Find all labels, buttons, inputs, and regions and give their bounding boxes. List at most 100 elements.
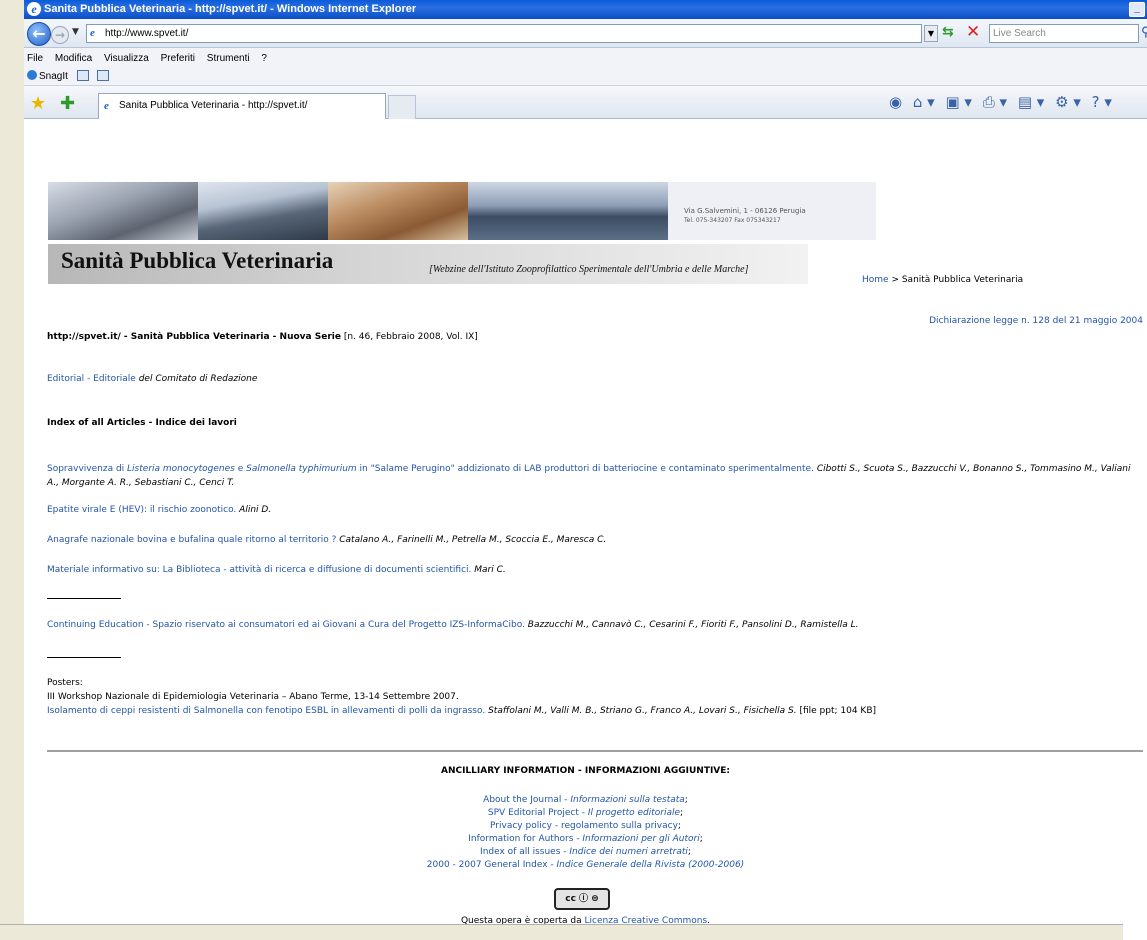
page-subtitle: [Webzine dell'Istituto Zooprofilattico S… xyxy=(429,264,749,275)
article-title-italic: Salmonella typhimurium xyxy=(246,464,357,474)
tab-active[interactable]: e Sanita Pubblica Veterinaria - http://s… xyxy=(98,93,386,119)
snagit-icon xyxy=(27,70,37,80)
search-icon[interactable]: ⚲ xyxy=(1141,25,1147,40)
issue-info: http://spvet.it/ - Sanità Pubblica Veter… xyxy=(47,332,478,342)
creative-commons-badge[interactable]: cc ⓘ ⊜ xyxy=(554,888,610,910)
article-link[interactable]: Sopravvivenza di Listeria monocytogenes … xyxy=(47,464,814,474)
feeds-icon[interactable]: ▣ ▾ xyxy=(945,93,971,111)
refresh-icon[interactable]: ⇆ xyxy=(942,24,954,40)
index-heading: Index of all Articles - Indice dei lavor… xyxy=(47,418,237,428)
favorites-star-icon[interactable]: ★ xyxy=(30,93,46,114)
menu-visualizza[interactable]: Visualizza xyxy=(104,53,149,64)
banner-photo-coast xyxy=(198,182,328,240)
issue-title: http://spvet.it/ - Sanità Pubblica Veter… xyxy=(47,332,341,342)
editorial-project-link[interactable]: SPV Editorial Project - Il progetto edit… xyxy=(488,808,680,818)
article-link[interactable]: Anagrafe nazionale bovina e bufalina qua… xyxy=(47,535,336,545)
link-text-italic: Informazioni sulla testata xyxy=(570,795,685,805)
authors-info-link[interactable]: Information for Authors - Informazioni p… xyxy=(468,834,699,844)
menu-file[interactable]: File xyxy=(27,53,43,64)
history-dropdown-icon[interactable]: ▼ xyxy=(72,27,79,37)
tab-title: Sanita Pubblica Veterinaria - http://spv… xyxy=(119,100,308,111)
menu-modifica[interactable]: Modifica xyxy=(55,53,92,64)
ancillary-link-row: About the Journal - Informazioni sulla t… xyxy=(24,794,1147,807)
page-icon: e xyxy=(90,27,95,39)
article-link[interactable]: Epatite virale E (HEV): il rischio zoono… xyxy=(47,505,236,515)
continuing-education-authors: Bazzucchi M., Cannavò C., Cesarini F., F… xyxy=(524,620,859,630)
link-text: 2000 - 2007 General Index - xyxy=(426,860,557,870)
declaration-link[interactable]: Dichiarazione legge n. 128 del 21 maggio… xyxy=(929,316,1143,326)
section-divider xyxy=(47,598,121,599)
continuing-education: Continuing Education - Spazio riservato … xyxy=(47,620,858,630)
declaration-link-text[interactable]: Dichiarazione legge n. 128 del 21 maggio… xyxy=(929,316,1143,326)
browser-window: e Sanita Pubblica Veterinaria - http://s… xyxy=(24,0,1147,940)
breadcrumb: Home > Sanità Pubblica Veterinaria xyxy=(862,275,1023,285)
continuing-education-link[interactable]: Continuing Education - Spazio riservato … xyxy=(47,620,525,630)
posters-workshop: III Workshop Nazionale di Epidemiologia … xyxy=(47,692,459,702)
footer-divider xyxy=(47,750,1143,752)
editorial-link[interactable]: Editorial xyxy=(47,374,84,384)
address-dropdown-icon[interactable]: ▼ xyxy=(924,25,938,42)
poster-file-info: [file ppt; 104 KB] xyxy=(796,706,877,716)
ancillary-link-row: Index of all issues - Indice dei numeri … xyxy=(24,846,1147,859)
new-tab-button[interactable] xyxy=(388,95,416,119)
forward-button[interactable]: → xyxy=(51,26,69,44)
page-menu-icon[interactable]: ▤ ▾ xyxy=(1018,93,1044,111)
link-text-italic: Indice dei numeri arretrati xyxy=(569,847,688,857)
banner-photo-perugia xyxy=(48,182,198,240)
ancillary-heading: ANCILLIARY INFORMATION - INFORMAZIONI AG… xyxy=(440,766,731,776)
menu-help[interactable]: ? xyxy=(261,53,267,64)
section-divider xyxy=(47,657,121,658)
header-banner: Via G.Salvemini, 1 - 06126 Perugia Tel. … xyxy=(48,182,876,240)
menu-strumenti[interactable]: Strumenti xyxy=(207,53,250,64)
link-sep: ; xyxy=(687,847,691,857)
link-sep: ; xyxy=(684,795,688,805)
article-authors: Catalano A., Farinelli M., Petrella M., … xyxy=(336,535,607,545)
poster-link[interactable]: Isolamento di ceppi resistenti di Salmon… xyxy=(47,706,485,716)
issues-index-link[interactable]: Index of all issues - Indice dei numeri … xyxy=(480,847,688,857)
rss-feed-icon[interactable]: ◉ xyxy=(889,93,902,111)
editorial-line: Editorial - Editoriale del Comitato di R… xyxy=(47,374,257,384)
article-item: Anagrafe nazionale bovina e bufalina qua… xyxy=(47,533,1145,547)
tools-gear-icon[interactable]: ⚙ ▾ xyxy=(1055,93,1081,111)
article-item: Materiale informativo su: La Biblioteca … xyxy=(47,563,1145,577)
snagit-toolbar: SnagIt xyxy=(27,70,110,82)
link-sep: ; xyxy=(699,834,703,844)
address-bar[interactable]: e http://www.spvet.it/ xyxy=(86,24,922,43)
ie-icon: e xyxy=(27,2,41,16)
ancillary-links: About the Journal - Informazioni sulla t… xyxy=(24,794,1147,872)
posters-label: Posters: xyxy=(47,678,83,688)
privacy-policy-link[interactable]: Privacy policy - regolamento sulla priva… xyxy=(490,821,678,831)
link-text: Index of all issues - xyxy=(480,847,570,857)
article-title-part: Sopravvivenza di xyxy=(47,464,128,474)
capture-region-icon[interactable] xyxy=(97,70,110,81)
about-journal-link[interactable]: About the Journal - Informazioni sulla t… xyxy=(483,795,685,805)
article-item: Sopravvivenza di Listeria monocytogenes … xyxy=(47,462,1145,490)
minimize-button[interactable]: _ xyxy=(1129,2,1145,17)
capture-window-icon[interactable] xyxy=(76,70,89,81)
ancillary-link-row: SPV Editorial Project - Il progetto edit… xyxy=(24,807,1147,820)
editorial-sep: - xyxy=(84,374,94,384)
posters-section: Posters: III Workshop Nazionale di Epide… xyxy=(47,676,876,718)
link-text: Information for Authors - xyxy=(468,834,583,844)
breadcrumb-home-link[interactable]: Home xyxy=(862,275,889,285)
general-index-link[interactable]: 2000 - 2007 General Index - Indice Gener… xyxy=(427,860,744,870)
help-icon[interactable]: ? ▾ xyxy=(1092,93,1112,111)
article-item: Epatite virale E (HEV): il rischio zoono… xyxy=(47,503,1145,517)
add-favorite-icon[interactable]: ✚ xyxy=(60,93,75,114)
web-page: Via G.Salvemini, 1 - 06126 Perugia Tel. … xyxy=(24,120,1147,940)
home-icon[interactable]: ⌂ ▾ xyxy=(913,93,935,111)
snagit-button[interactable]: SnagIt xyxy=(39,71,68,82)
article-authors: Alini D. xyxy=(236,505,272,515)
search-input[interactable]: Live Search xyxy=(989,24,1139,43)
article-link[interactable]: Materiale informativo su: La Biblioteca … xyxy=(47,565,471,575)
editoriale-link[interactable]: Editoriale xyxy=(93,374,136,384)
link-text: Privacy policy - regolamento sulla priva… xyxy=(490,821,678,831)
banner-photo-urbino xyxy=(328,182,468,240)
link-sep: ; xyxy=(680,808,684,818)
address-toolbar: ← → ▼ e http://www.spvet.it/ ▼ ⇆ ✕ Live … xyxy=(24,19,1147,48)
tab-page-icon: e xyxy=(104,100,109,112)
menu-preferiti[interactable]: Preferiti xyxy=(161,53,195,64)
back-button[interactable]: ← xyxy=(27,22,51,46)
stop-icon[interactable]: ✕ xyxy=(966,22,980,42)
print-icon[interactable]: ⎙ ▾ xyxy=(983,93,1007,111)
